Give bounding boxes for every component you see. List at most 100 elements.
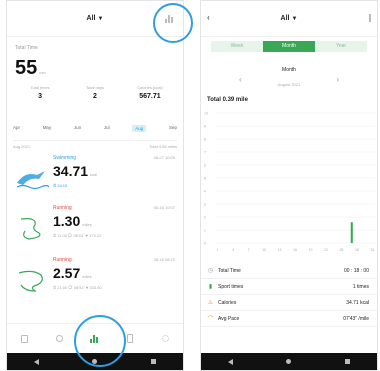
stat-calories: Calories (kcal) 567.71 bbox=[123, 85, 177, 100]
swimming-icon bbox=[16, 171, 49, 190]
y-tick-label: 10 bbox=[204, 112, 208, 116]
home-button-icon[interactable] bbox=[92, 359, 98, 364]
summary-value: 1 times bbox=[352, 283, 369, 290]
x-tick-label: 10 bbox=[262, 248, 266, 252]
total-time-unit: min bbox=[39, 70, 46, 75]
month-tab[interactable]: Jul bbox=[104, 125, 110, 132]
filter-dropdown[interactable]: All ▼ bbox=[281, 15, 298, 22]
summary-label: Total Time bbox=[218, 267, 241, 274]
stat-label: Total days bbox=[85, 85, 104, 90]
y-tick-label: 5 bbox=[204, 177, 206, 181]
tab-home[interactable] bbox=[20, 334, 30, 344]
x-tick-label: 31 bbox=[370, 248, 374, 252]
bar-chart-icon[interactable] bbox=[165, 14, 175, 23]
y-tick-label: 7 bbox=[204, 151, 206, 155]
filter-label: All bbox=[86, 15, 96, 22]
month-tab[interactable]: Jun bbox=[74, 125, 81, 132]
stats-row: Total times 3 Total days 2 Calories (kcal)… bbox=[13, 85, 177, 100]
summary-row-avg-pace: ⌒ Avg Pace 07'43" /mile bbox=[201, 311, 377, 327]
record-item[interactable]: Running 08-16 08:15 2.57 miles ⏱ 21:00 ⟳ … bbox=[7, 253, 183, 309]
record-item[interactable]: Running 08-16 10:07 1.30 miles ⏱ 11:00 ⟳ … bbox=[7, 201, 183, 257]
filter-bar: ‹ All ▼ bbox=[201, 1, 377, 37]
y-tick-label: 4 bbox=[204, 190, 206, 194]
x-tick-label: 7 bbox=[248, 248, 250, 252]
system-nav-bar bbox=[7, 353, 183, 370]
month-tab[interactable]: Apr bbox=[13, 125, 20, 132]
system-nav-bar bbox=[201, 353, 377, 370]
stat-value: 567.71 bbox=[139, 93, 161, 100]
total-time-number: 55 bbox=[15, 57, 38, 79]
filter-label: All bbox=[280, 15, 290, 22]
summary-value: 34.71 kcal bbox=[346, 299, 369, 306]
chevron-down-icon: ▼ bbox=[97, 16, 104, 22]
record-item[interactable]: Swimming 08-27 10:05 34.71 kcal ⏱ 24:15 bbox=[7, 151, 183, 207]
record-distance-value: 1.30 bbox=[53, 213, 81, 229]
period-row: Aug 2021 Total 4.58 miles bbox=[13, 140, 177, 149]
total-time-value: 55 min bbox=[15, 57, 46, 80]
y-tick-label: 3 bbox=[204, 203, 206, 207]
record-meta: ⏱ 24:15 bbox=[53, 183, 68, 188]
y-tick-label: 8 bbox=[204, 138, 206, 142]
summary-row-sport-times: ▮ Sport times 1 times bbox=[201, 279, 377, 295]
y-tick-label: 6 bbox=[204, 164, 206, 168]
stat-label: Total times bbox=[30, 85, 50, 90]
sport-icon bbox=[56, 335, 64, 342]
x-tick-label: 16 bbox=[293, 248, 297, 252]
month-tab-selected[interactable]: Aug bbox=[132, 125, 147, 132]
stat-total-times: Total times 3 bbox=[13, 85, 67, 100]
x-tick-label: 13 bbox=[278, 248, 282, 252]
pace-icon: ⌒ bbox=[207, 317, 214, 323]
stat-label: Calories (kcal) bbox=[137, 85, 163, 90]
recent-apps-icon[interactable] bbox=[345, 359, 351, 364]
record-type: Swimming bbox=[53, 155, 77, 161]
summary-list: ◷ Total Time 00 : 18 : 00 ▮ Sport times 1 … bbox=[201, 263, 377, 327]
x-tick-label: 22 bbox=[324, 248, 328, 252]
tab-records[interactable] bbox=[90, 334, 100, 344]
period-total: Total 4.58 miles bbox=[149, 144, 177, 149]
summary-label: Calories bbox=[218, 299, 237, 306]
back-icon[interactable] bbox=[227, 358, 233, 365]
stat-total-days: Total days 2 bbox=[68, 85, 122, 100]
back-arrow-icon[interactable]: ‹ bbox=[207, 13, 210, 22]
total-value: 0.39 mile bbox=[222, 97, 248, 103]
bottom-tab-bar bbox=[7, 323, 183, 353]
total-distance: Total 0.39 mile bbox=[207, 97, 248, 103]
chart-bar[interactable] bbox=[350, 222, 353, 243]
gear-icon bbox=[161, 335, 169, 342]
month-tab[interactable]: Sep bbox=[169, 125, 177, 132]
record-distance-unit: miles bbox=[82, 274, 92, 279]
summary-value: 00 : 18 : 00 bbox=[343, 267, 369, 274]
segment-month[interactable]: Month bbox=[263, 41, 315, 52]
back-icon[interactable] bbox=[33, 358, 39, 365]
next-month-icon[interactable]: › bbox=[336, 75, 339, 84]
route-icon bbox=[20, 218, 41, 240]
prev-month-icon[interactable]: ‹ bbox=[239, 75, 242, 84]
month-tab[interactable]: May bbox=[43, 125, 52, 132]
x-tick-label: 4 bbox=[232, 248, 234, 252]
period-segmented-control: Week Month Year bbox=[211, 41, 367, 52]
filter-dropdown[interactable]: All ▼ bbox=[87, 15, 104, 22]
record-distance-unit: kcal bbox=[90, 172, 98, 177]
summary-label: Sport times bbox=[218, 283, 244, 290]
month-navigator: ‹ Month August 2021 › bbox=[201, 67, 377, 91]
record-time: 08-27 10:05 bbox=[153, 155, 175, 160]
record-type: Running bbox=[53, 205, 72, 211]
record-meta: ⏱ 21:00 ⟳ 08'51" ♥ 333.60 bbox=[53, 285, 102, 290]
y-tick-label: 1 bbox=[204, 229, 206, 233]
y-tick-label: 2 bbox=[204, 216, 206, 220]
x-tick-label: 19 bbox=[309, 248, 313, 252]
recent-apps-icon[interactable] bbox=[151, 359, 157, 364]
segment-week[interactable]: Week bbox=[211, 41, 263, 52]
device-icon bbox=[127, 334, 134, 343]
period-label: Aug 2021 bbox=[13, 144, 31, 149]
month-title: Month bbox=[282, 67, 296, 73]
tab-settings[interactable] bbox=[160, 334, 170, 344]
menu-icon[interactable] bbox=[369, 14, 373, 22]
record-meta: ⏱ 11:00 ⟳ 08'24" ♥ 170.22 bbox=[53, 233, 102, 238]
segment-year[interactable]: Year bbox=[315, 41, 367, 52]
tab-sport[interactable] bbox=[55, 334, 65, 344]
home-button-icon[interactable] bbox=[286, 359, 292, 364]
summary-screen: All ▼ Total Time 55 min Total times 3 Total… bbox=[6, 0, 184, 371]
tab-device[interactable] bbox=[125, 334, 135, 344]
bar-chart-icon: ▮ bbox=[208, 284, 213, 290]
